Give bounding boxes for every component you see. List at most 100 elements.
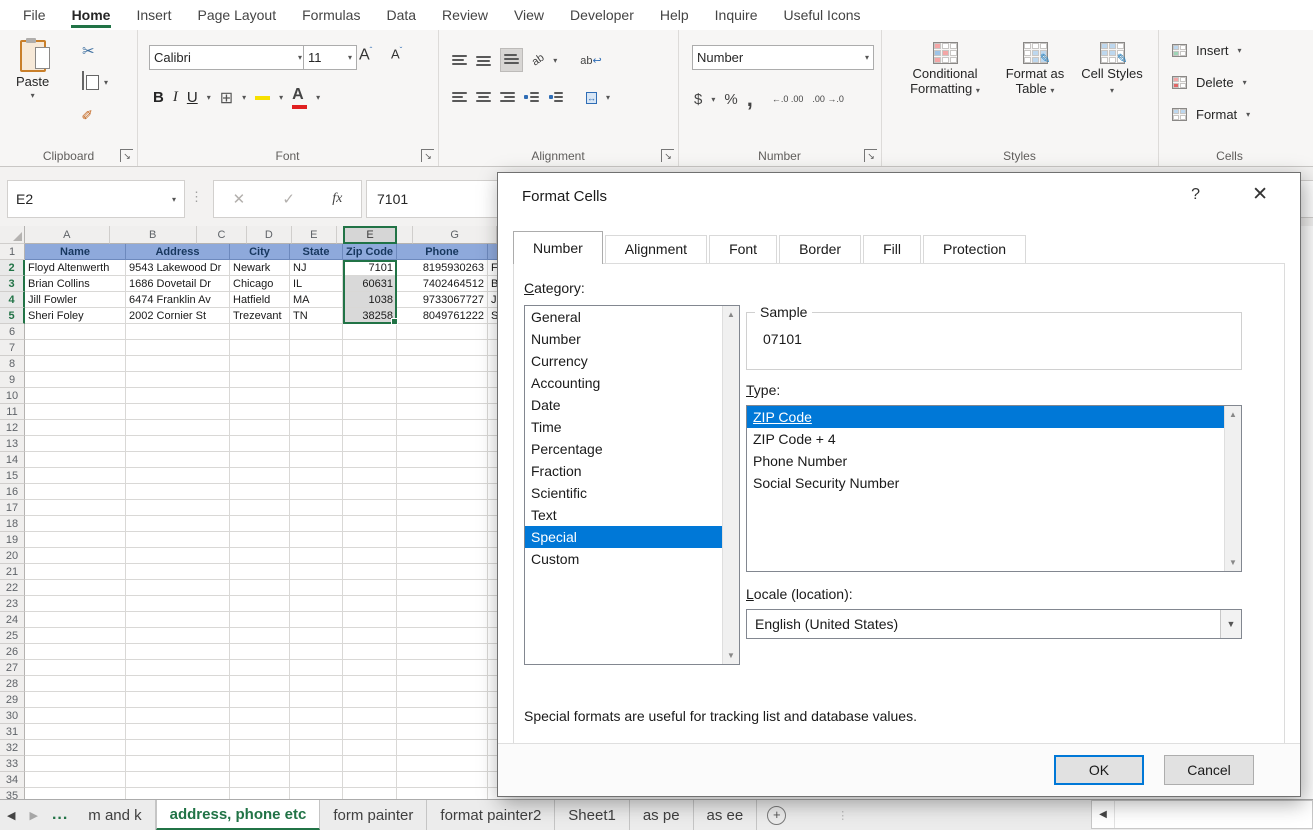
cell-A1[interactable]: Name — [25, 244, 126, 260]
borders-icon[interactable]: ⊞ — [220, 88, 233, 108]
decrease-decimal-icon[interactable]: .00 →.0 — [812, 94, 844, 104]
cell-A22[interactable] — [25, 580, 126, 596]
cell-A18[interactable] — [25, 516, 126, 532]
cell-G27[interactable] — [488, 660, 497, 676]
sheet-tab-sheet1[interactable]: Sheet1 — [555, 800, 630, 830]
cell-C1[interactable]: City — [230, 244, 290, 260]
type-listbox[interactable]: ZIP CodeZIP Code + 4Phone NumberSocial S… — [746, 405, 1242, 572]
row-header-7[interactable]: 7 — [0, 340, 25, 356]
cell-F29[interactable] — [397, 692, 488, 708]
cell-F7[interactable] — [397, 340, 488, 356]
format-as-table-button[interactable]: ✎ Format as Table ▾ — [997, 42, 1073, 96]
cell-G3[interactable]: Bri — [488, 276, 497, 292]
category-item-custom[interactable]: Custom — [525, 548, 739, 570]
cell-F26[interactable] — [397, 644, 488, 660]
row-header-8[interactable]: 8 — [0, 356, 25, 372]
cell-E1[interactable]: Zip Code — [343, 244, 397, 260]
cell-B23[interactable] — [126, 596, 230, 612]
cell-D2[interactable]: NJ — [290, 260, 343, 276]
cell-E27[interactable] — [343, 660, 397, 676]
cell-E26[interactable] — [343, 644, 397, 660]
worksheet-grid[interactable]: ABCDEFG 1NameAddressCityStateZip CodePho… — [0, 226, 497, 800]
cell-E2[interactable]: 7101 — [343, 260, 397, 276]
cell-C3[interactable]: Chicago — [230, 276, 290, 292]
cell-G5[interactable]: She — [488, 308, 497, 324]
cell-F10[interactable] — [397, 388, 488, 404]
cell-G28[interactable] — [488, 676, 497, 692]
cell-A17[interactable] — [25, 500, 126, 516]
cell-G29[interactable] — [488, 692, 497, 708]
cell-F34[interactable] — [397, 772, 488, 788]
cell-B20[interactable] — [126, 548, 230, 564]
row-header-25[interactable]: 25 — [0, 628, 25, 644]
row-header-3[interactable]: 3 — [0, 276, 25, 292]
cell-A26[interactable] — [25, 644, 126, 660]
cell-C27[interactable] — [230, 660, 290, 676]
cell-A29[interactable] — [25, 692, 126, 708]
cell-F32[interactable] — [397, 740, 488, 756]
cell-D34[interactable] — [290, 772, 343, 788]
cell-C20[interactable] — [230, 548, 290, 564]
cell-B5[interactable]: 2002 Cornier St — [126, 308, 230, 324]
row-header-29[interactable]: 29 — [0, 692, 25, 708]
cell-A33[interactable] — [25, 756, 126, 772]
cell-D20[interactable] — [290, 548, 343, 564]
ok-button[interactable]: OK — [1054, 755, 1144, 785]
scroll-up-icon[interactable]: ▲ — [1229, 406, 1237, 423]
cell-F30[interactable] — [397, 708, 488, 724]
font-launcher-icon[interactable]: ↘ — [421, 149, 434, 162]
type-item-zip-code[interactable]: ZIP Code — [747, 406, 1241, 428]
type-item-zip-code-4[interactable]: ZIP Code + 4 — [747, 428, 1241, 450]
cell-E11[interactable] — [343, 404, 397, 420]
increase-indent-icon[interactable] — [548, 92, 563, 103]
row-header-13[interactable]: 13 — [0, 436, 25, 452]
comma-style-icon[interactable]: , — [747, 86, 753, 112]
cell-B30[interactable] — [126, 708, 230, 724]
cell-B7[interactable] — [126, 340, 230, 356]
cell-D7[interactable] — [290, 340, 343, 356]
cell-G18[interactable] — [488, 516, 497, 532]
cell-G10[interactable] — [488, 388, 497, 404]
locale-dropdown[interactable]: English (United States) ▼ — [746, 609, 1242, 639]
cell-E17[interactable] — [343, 500, 397, 516]
cell-E15[interactable] — [343, 468, 397, 484]
sheet-tab-form-painter[interactable]: form painter — [320, 800, 427, 830]
cell-E14[interactable] — [343, 452, 397, 468]
cell-D33[interactable] — [290, 756, 343, 772]
cell-D18[interactable] — [290, 516, 343, 532]
font-size-combo[interactable]: 11▾ — [303, 45, 357, 70]
align-left-icon[interactable] — [452, 92, 467, 103]
decrease-font-icon[interactable]: Aˇ — [391, 46, 402, 61]
horizontal-scrollbar[interactable]: ◀ — [1091, 800, 1313, 829]
cell-G23[interactable] — [488, 596, 497, 612]
scroll-down-icon[interactable]: ▼ — [1229, 554, 1237, 571]
cell-F12[interactable] — [397, 420, 488, 436]
row-header-11[interactable]: 11 — [0, 404, 25, 420]
cell-F20[interactable] — [397, 548, 488, 564]
dialog-tab-number[interactable]: Number — [513, 231, 603, 264]
category-item-accounting[interactable]: Accounting — [525, 372, 739, 394]
category-listbox[interactable]: GeneralNumberCurrencyAccountingDateTimeP… — [524, 305, 740, 665]
cell-G9[interactable] — [488, 372, 497, 388]
cell-F31[interactable] — [397, 724, 488, 740]
cell-E9[interactable] — [343, 372, 397, 388]
cell-G21[interactable] — [488, 564, 497, 580]
currency-dropdown-icon[interactable]: ▾ — [711, 95, 715, 104]
sheet-tab-format-painter2[interactable]: format painter2 — [427, 800, 555, 830]
cell-B10[interactable] — [126, 388, 230, 404]
number-format-combo[interactable]: Number▾ — [692, 45, 874, 70]
cell-G4[interactable]: Jill — [488, 292, 497, 308]
format-cells-button[interactable]: Format▾ — [1172, 107, 1250, 122]
category-item-date[interactable]: Date — [525, 394, 739, 416]
cell-E22[interactable] — [343, 580, 397, 596]
align-middle-icon[interactable] — [476, 55, 491, 66]
cell-D10[interactable] — [290, 388, 343, 404]
row-header-16[interactable]: 16 — [0, 484, 25, 500]
cell-E34[interactable] — [343, 772, 397, 788]
menu-tab-review[interactable]: Review — [429, 3, 501, 30]
cell-B12[interactable] — [126, 420, 230, 436]
cell-A15[interactable] — [25, 468, 126, 484]
cell-B1[interactable]: Address — [126, 244, 230, 260]
cell-E28[interactable] — [343, 676, 397, 692]
sheet-nav-prev-icon[interactable]: ◀ — [0, 800, 22, 830]
